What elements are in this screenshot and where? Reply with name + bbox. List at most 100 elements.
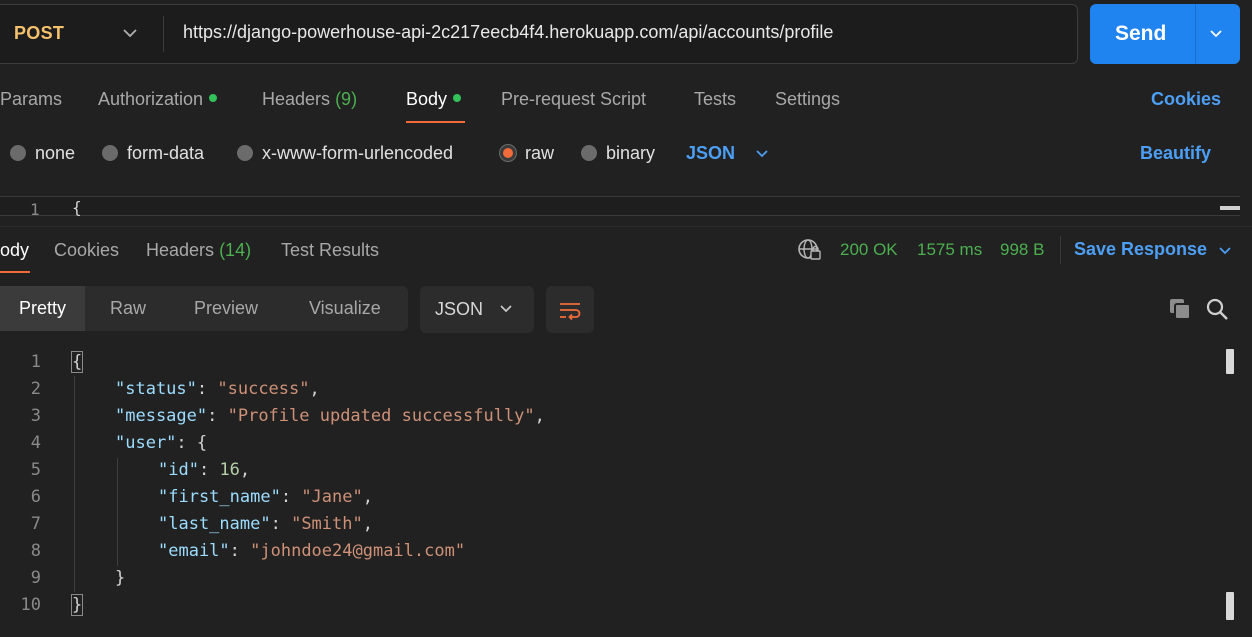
radio-raw-label: raw: [525, 143, 555, 163]
active-tab-indicator: [406, 121, 465, 123]
chevron-down-icon[interactable]: [1208, 26, 1224, 42]
json-key: "email": [158, 541, 230, 561]
radio-binary-label: binary: [606, 143, 656, 163]
tab-response-body[interactable]: ody: [0, 240, 29, 261]
json-string: "Profile updated successfully": [227, 406, 535, 426]
response-format-label: JSON: [435, 299, 484, 319]
code-line: {: [70, 351, 84, 373]
indent-guide: [117, 458, 118, 566]
chevron-down-icon[interactable]: [1216, 242, 1234, 260]
tab-headers-label: Headers: [262, 89, 331, 109]
response-size[interactable]: 998 B: [1000, 240, 1044, 260]
json-string: "Smith": [291, 514, 363, 534]
pane-divider[interactable]: [0, 226, 1252, 227]
line-number: 10: [20, 595, 41, 615]
tab-settings[interactable]: Settings: [775, 89, 840, 110]
code-line: "user": {: [115, 433, 208, 453]
send-label: Send: [1115, 22, 1167, 45]
line-number: 9: [30, 568, 41, 588]
json-string: "success": [217, 379, 310, 399]
radio-urlencoded[interactable]: x-www-form-urlencoded: [237, 143, 453, 164]
status-code[interactable]: 200 OK: [840, 240, 898, 260]
line-number: 7: [30, 514, 41, 534]
editor-scrollbar[interactable]: [1220, 206, 1240, 210]
radio-button[interactable]: [10, 145, 26, 161]
chevron-down-icon[interactable]: [753, 145, 771, 163]
tab-authorization[interactable]: Authorization: [98, 89, 218, 110]
json-key: "status": [115, 379, 197, 399]
tab-test-results[interactable]: Test Results: [281, 240, 379, 261]
url-divider: [163, 16, 164, 52]
chevron-down-icon[interactable]: [121, 24, 139, 42]
line-number: 6: [30, 487, 41, 507]
tab-body[interactable]: Body: [406, 89, 462, 110]
globe-lock-icon[interactable]: [797, 238, 823, 262]
indent-guide: [74, 376, 75, 592]
chevron-down-icon: [500, 305, 512, 313]
view-raw[interactable]: Raw: [110, 286, 146, 331]
view-visualize[interactable]: Visualize: [309, 286, 381, 331]
json-brace: {: [70, 351, 84, 373]
radio-button-selected[interactable]: [500, 145, 516, 161]
code-line: "email": "johndoe24@gmail.com": [158, 541, 466, 561]
code-line: }: [70, 594, 84, 616]
radio-button[interactable]: [102, 145, 118, 161]
line-number: 8: [30, 541, 41, 561]
scrollbar-thumb[interactable]: [1226, 349, 1234, 374]
send-divider: [1195, 4, 1196, 64]
active-tab-indicator: [0, 271, 30, 273]
wrap-lines-button[interactable]: [546, 286, 594, 333]
line-number: 1: [30, 352, 41, 372]
search-icon[interactable]: [1205, 297, 1229, 321]
json-brace: }: [70, 594, 84, 616]
request-body-editor[interactable]: [0, 196, 1240, 216]
tab-response-headers[interactable]: Headers (14): [146, 240, 251, 261]
json-key: "id": [158, 460, 199, 480]
language-select[interactable]: JSON: [686, 143, 735, 164]
view-preview[interactable]: Preview: [194, 286, 258, 331]
radio-none[interactable]: none: [10, 143, 75, 164]
radio-button[interactable]: [581, 145, 597, 161]
code-line: "first_name": "Jane",: [158, 487, 373, 507]
beautify-button[interactable]: Beautify: [1140, 143, 1211, 164]
json-string: "Jane": [301, 487, 363, 507]
json-number: 16: [219, 460, 240, 480]
method-select[interactable]: POST: [14, 23, 64, 44]
radio-urlencoded-label: x-www-form-urlencoded: [262, 143, 454, 163]
radio-form-data-label: form-data: [127, 143, 205, 163]
response-format-select[interactable]: JSON: [420, 286, 534, 333]
line-number: 5: [30, 460, 41, 480]
line-number: 4: [30, 433, 41, 453]
code-line: "message": "Profile updated successfully…: [115, 406, 545, 426]
tab-response-headers-label: Headers: [146, 240, 215, 260]
json-key: "first_name": [158, 487, 281, 507]
wrap-lines-icon: [560, 303, 581, 321]
url-input[interactable]: https://django-powerhouse-api-2c217eecb4…: [183, 22, 833, 43]
response-headers-count: (14): [219, 240, 252, 260]
line-number: 1: [30, 200, 40, 219]
line-number: 3: [30, 406, 41, 426]
radio-raw[interactable]: raw: [500, 143, 554, 164]
tab-tests[interactable]: Tests: [694, 89, 736, 110]
headers-count: (9): [335, 89, 358, 109]
scrollbar-thumb[interactable]: [1226, 592, 1234, 620]
json-brace: }: [115, 568, 126, 588]
radio-binary[interactable]: binary: [581, 143, 655, 164]
copy-icon[interactable]: [1168, 297, 1192, 321]
language-label: JSON: [686, 143, 736, 163]
request-body-text: {: [72, 198, 82, 217]
tab-params[interactable]: Params: [0, 89, 62, 110]
json-key: "user": [115, 433, 177, 453]
radio-form-data[interactable]: form-data: [102, 143, 204, 164]
json-key: "last_name": [158, 514, 271, 534]
tab-response-cookies[interactable]: Cookies: [54, 240, 119, 261]
save-response-button[interactable]: Save Response: [1074, 239, 1207, 260]
tab-headers[interactable]: Headers (9): [262, 89, 357, 110]
json-string: "johndoe24@gmail.com": [250, 541, 466, 561]
send-button[interactable]: Send: [1090, 4, 1240, 64]
radio-button[interactable]: [237, 145, 253, 161]
view-pretty[interactable]: Pretty: [0, 286, 85, 331]
cookies-link[interactable]: Cookies: [1151, 89, 1221, 110]
response-time[interactable]: 1575 ms: [917, 240, 982, 260]
tab-pre-request-script[interactable]: Pre-request Script: [501, 89, 646, 110]
